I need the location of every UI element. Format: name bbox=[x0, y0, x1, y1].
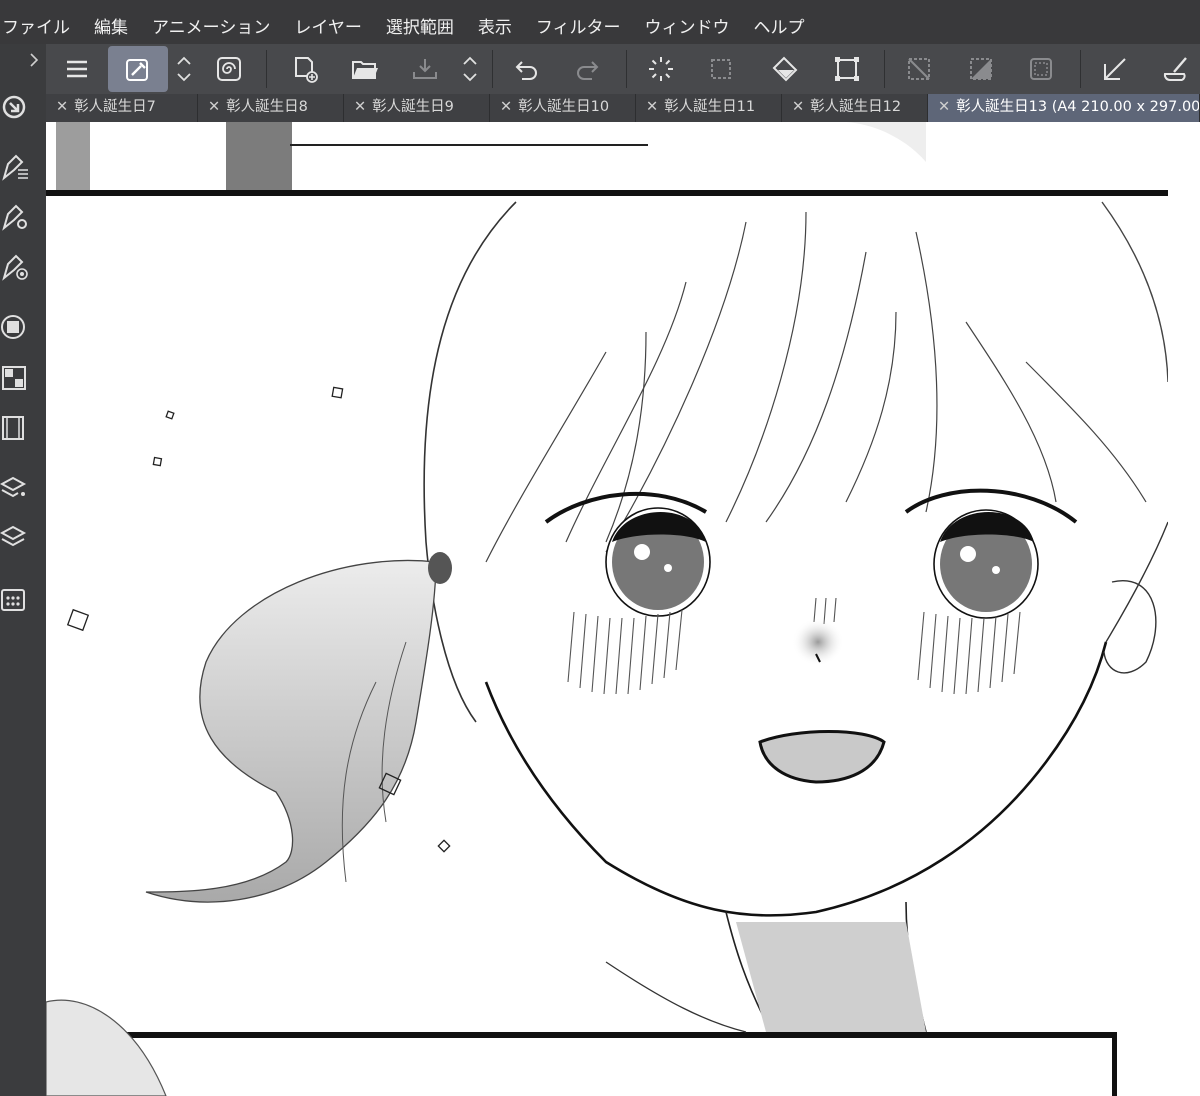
redo-icon[interactable] bbox=[564, 46, 610, 92]
select-icon[interactable] bbox=[698, 46, 744, 92]
document-tab-bar: ✕ 彰人誕生日7 ✕ 彰人誕生日8 ✕ 彰人誕生日9 ✕ 彰人誕生日10 ✕ 彰人誕生日1… bbox=[46, 94, 1200, 122]
close-icon[interactable]: ✕ bbox=[208, 94, 220, 120]
document-tab[interactable]: ✕ 彰人誕生日9 bbox=[344, 94, 490, 122]
menu-filter[interactable]: フィルター bbox=[524, 0, 633, 44]
menu-edit[interactable]: 編集 bbox=[82, 0, 140, 44]
loading-icon[interactable] bbox=[638, 46, 684, 92]
close-icon[interactable]: ✕ bbox=[792, 94, 804, 120]
brush-icon[interactable] bbox=[1152, 46, 1198, 92]
left-tool-rail bbox=[0, 44, 46, 1096]
menu-animation[interactable]: アニメーション bbox=[140, 0, 282, 44]
timeline-icon[interactable] bbox=[0, 412, 30, 442]
document-tab[interactable]: ✕ 彰人誕生日10 bbox=[490, 94, 636, 122]
document-tab[interactable]: ✕ 彰人誕生日8 bbox=[198, 94, 344, 122]
invert-selection-icon[interactable] bbox=[958, 46, 1004, 92]
color-set-icon[interactable] bbox=[0, 362, 30, 392]
ruler-icon[interactable] bbox=[1092, 46, 1138, 92]
selection-border-icon[interactable] bbox=[1018, 46, 1064, 92]
quick-access-icon[interactable] bbox=[0, 92, 30, 122]
close-icon[interactable]: ✕ bbox=[646, 94, 658, 120]
transform-icon[interactable] bbox=[824, 46, 870, 92]
document-tab[interactable]: ✕ 彰人誕生日12 bbox=[782, 94, 928, 122]
close-icon[interactable]: ✕ bbox=[56, 94, 68, 120]
spinner-icon[interactable] bbox=[460, 52, 480, 86]
layer-icon[interactable] bbox=[0, 522, 30, 552]
spiral-icon[interactable] bbox=[206, 46, 252, 92]
open-folder-icon[interactable] bbox=[342, 46, 388, 92]
pen-sub-tool-icon[interactable] bbox=[0, 152, 30, 182]
manga-artwork bbox=[46, 122, 1168, 1096]
menu-view[interactable]: 表示 bbox=[466, 0, 524, 44]
expand-chevron-icon[interactable] bbox=[28, 52, 40, 68]
canvas-margin bbox=[1168, 122, 1200, 1096]
document-tab[interactable]: ✕ 彰人誕生日11 bbox=[636, 94, 782, 122]
tool-property-icon[interactable] bbox=[0, 202, 30, 232]
menu-selection[interactable]: 選択範囲 bbox=[374, 0, 466, 44]
eyedropper-icon[interactable] bbox=[108, 46, 168, 92]
document-tab[interactable]: ✕ 彰人誕生日7 bbox=[46, 94, 198, 122]
menu-file[interactable]: ファイル bbox=[0, 0, 82, 44]
brush-size-icon[interactable] bbox=[0, 252, 30, 282]
close-icon[interactable]: ✕ bbox=[354, 94, 366, 120]
command-bar bbox=[46, 44, 1200, 95]
material-icon[interactable] bbox=[0, 584, 30, 614]
new-file-icon[interactable] bbox=[282, 46, 328, 92]
close-icon[interactable]: ✕ bbox=[500, 94, 512, 120]
menu-window[interactable]: ウィンドウ bbox=[633, 0, 742, 44]
fill-icon[interactable] bbox=[762, 46, 808, 92]
menu-layer[interactable]: レイヤー bbox=[282, 0, 374, 44]
menubar: ファイル 編集 アニメーション レイヤー 選択範囲 表示 フィルター ウィンドウ… bbox=[0, 0, 1200, 44]
save-icon[interactable] bbox=[402, 46, 448, 92]
menu-help[interactable]: ヘルプ bbox=[742, 0, 817, 44]
layer-property-icon[interactable] bbox=[0, 472, 30, 502]
drawing-canvas[interactable] bbox=[46, 122, 1168, 1096]
spinner-icon[interactable] bbox=[174, 52, 194, 86]
menu-icon[interactable] bbox=[54, 46, 100, 92]
document-tab-active[interactable]: ✕ 彰人誕生日13 (A4 210.00 x 297.00 bbox=[928, 94, 1200, 122]
undo-icon[interactable] bbox=[504, 46, 550, 92]
deselect-icon[interactable] bbox=[896, 46, 942, 92]
color-circle-icon[interactable] bbox=[0, 312, 30, 342]
close-icon[interactable]: ✕ bbox=[938, 94, 950, 120]
